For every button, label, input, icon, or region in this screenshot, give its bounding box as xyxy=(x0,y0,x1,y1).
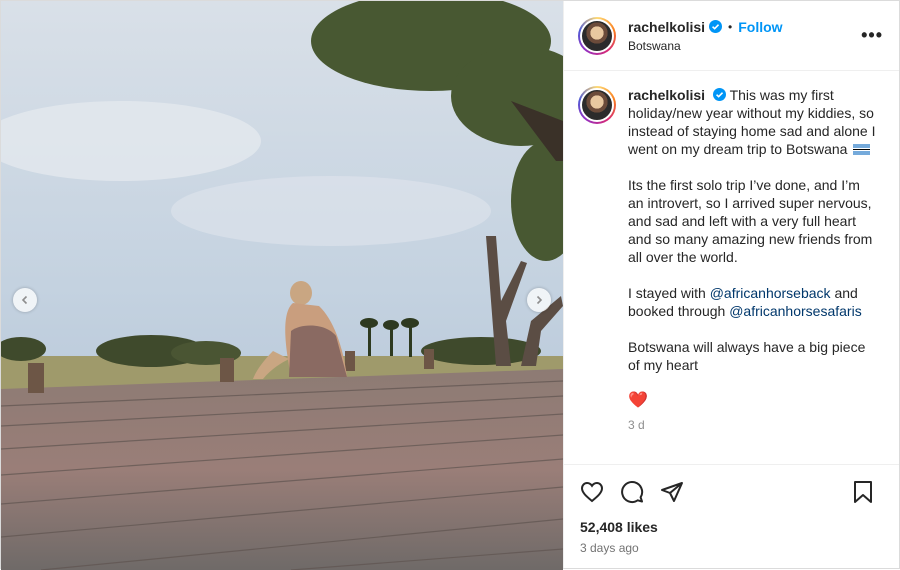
verified-badge-icon xyxy=(712,88,726,101)
verified-badge-icon xyxy=(709,20,723,33)
caption-username[interactable]: rachelkolisi xyxy=(628,87,705,103)
follow-button[interactable]: Follow xyxy=(738,19,782,35)
botswana-flag-emoji xyxy=(853,144,871,155)
instagram-post: rachelkolisi • Follow Botswana ••• rache… xyxy=(0,0,900,570)
header-info: rachelkolisi • Follow Botswana xyxy=(628,19,861,53)
caption-text-4: Botswana will always have a big piece of… xyxy=(628,339,866,373)
share-icon[interactable] xyxy=(660,480,684,504)
caption-text-3a: I stayed with xyxy=(628,285,706,301)
location-link[interactable]: Botswana xyxy=(628,39,861,53)
caption-text-2: Its the first solo trip I’ve done, and I… xyxy=(628,177,873,265)
caption-avatar[interactable] xyxy=(578,86,616,124)
separator-dot: • xyxy=(728,19,733,34)
likes-count[interactable]: 52,408 likes xyxy=(580,519,883,535)
comment-icon[interactable] xyxy=(620,480,644,504)
bookmark-icon[interactable] xyxy=(851,480,875,504)
chevron-left-icon xyxy=(21,295,28,305)
post-actions-section: 52,408 likes 3 days ago xyxy=(564,464,899,555)
next-image-button[interactable] xyxy=(527,288,551,312)
previous-image-button[interactable] xyxy=(13,288,37,312)
post-header: rachelkolisi • Follow Botswana ••• xyxy=(564,1,899,71)
post-media[interactable] xyxy=(1,1,563,570)
heart-icon[interactable] xyxy=(580,480,604,504)
caption-section: rachelkolisi This was my first holiday/n… xyxy=(564,72,899,464)
caption-age: 3 d xyxy=(628,418,645,432)
mention-africanhorseback[interactable]: @africanhorseback xyxy=(710,285,831,301)
avatar[interactable] xyxy=(578,16,616,55)
post-sidebar: rachelkolisi • Follow Botswana ••• rache… xyxy=(563,1,899,568)
mention-africanhorsesafaris[interactable]: @africanhorsesafaris xyxy=(729,303,862,319)
more-options-button[interactable]: ••• xyxy=(861,25,883,46)
post-photo xyxy=(1,1,563,570)
action-bar xyxy=(580,479,883,505)
caption-body: rachelkolisi This was my first holiday/n… xyxy=(628,86,876,464)
username-link[interactable]: rachelkolisi xyxy=(628,19,705,35)
chevron-right-icon xyxy=(536,295,543,305)
post-date[interactable]: 3 days ago xyxy=(580,541,883,555)
heart-emoji: ❤️ xyxy=(628,392,648,409)
